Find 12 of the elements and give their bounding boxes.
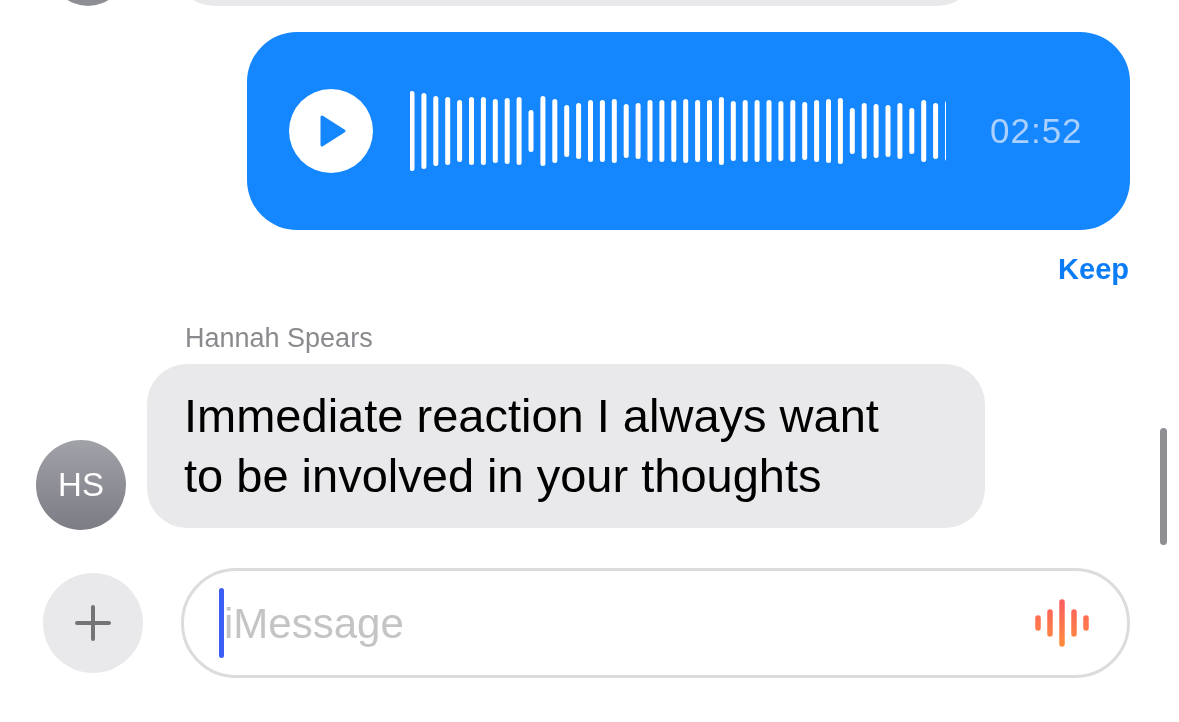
text-cursor [219,588,224,658]
message-field[interactable]: iMessage [181,568,1130,678]
plus-icon [75,605,111,641]
avatar: HS [36,440,126,530]
keep-link[interactable]: Keep [1058,248,1129,292]
sender-name: Hannah Spears [184,321,374,355]
duration-label: 02:52 [990,109,1083,152]
play-button[interactable] [289,89,373,173]
audio-icon[interactable] [1035,599,1091,647]
message-bubble: Immediate reaction I always want to be involved in your thoughts [147,364,985,528]
scrollbar[interactable] [1160,428,1167,545]
text-input[interactable]: iMessage [224,591,1035,655]
